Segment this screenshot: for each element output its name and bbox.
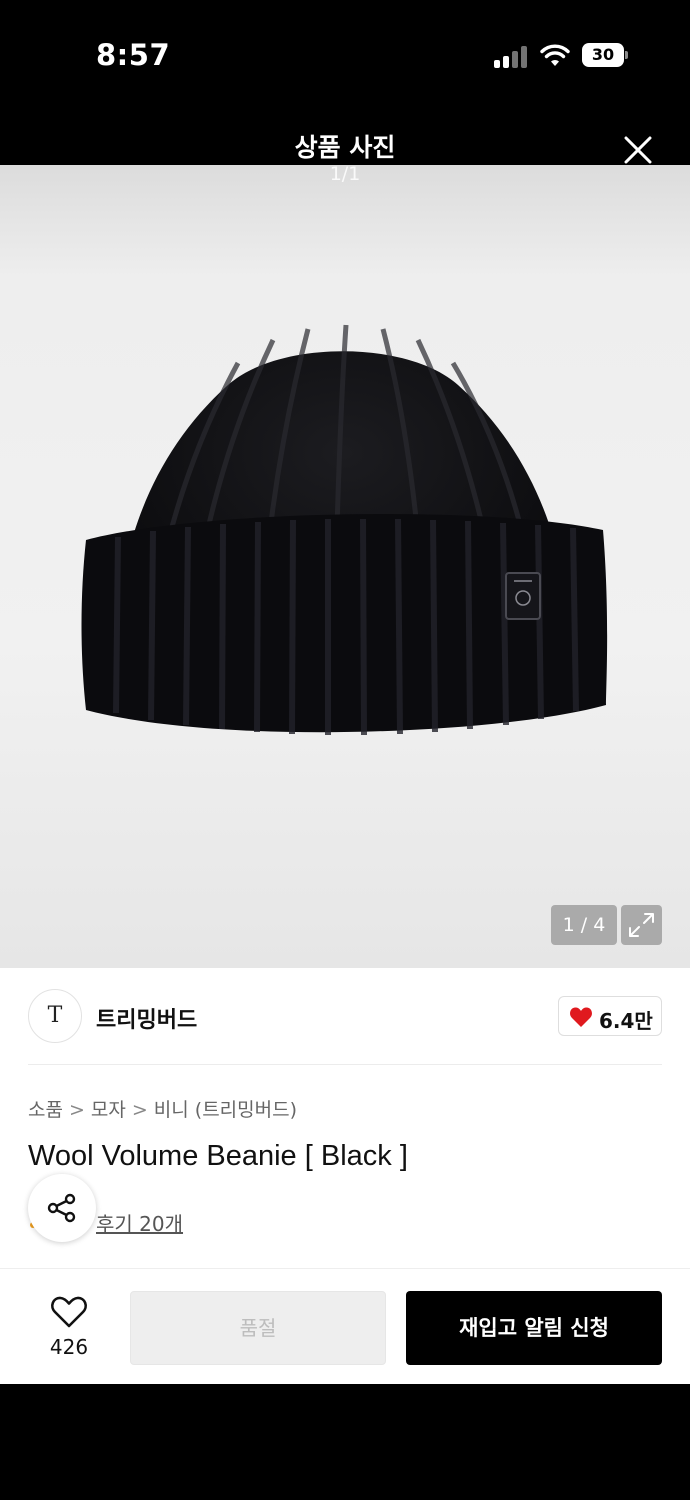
share-icon [47, 1193, 76, 1223]
image-counter: 1 / 4 [551, 905, 617, 945]
expand-icon [629, 913, 654, 937]
product-title: Wool Volume Beanie [ Black ] [28, 1140, 408, 1172]
breadcrumb: 소품 > 모자 > 비니 (트리밍버드) [28, 1095, 297, 1122]
photo-counter: 1/1 [329, 165, 361, 185]
breadcrumb-item[interactable]: 모자 [91, 1099, 126, 1121]
bottom-action-bar: 426 품절 재입고 알림 신청 [0, 1268, 690, 1384]
breadcrumb-item[interactable]: 소품 [28, 1099, 63, 1121]
close-icon[interactable] [620, 132, 656, 168]
soldout-button: 품절 [130, 1291, 386, 1365]
photo-viewer-header: 상품 사진 [0, 110, 690, 165]
breadcrumb-separator: > [131, 1099, 148, 1121]
status-time: 8:57 [96, 38, 171, 72]
heart-filled-icon [570, 1007, 592, 1027]
wish-count: 426 [49, 1335, 89, 1359]
share-button[interactable] [28, 1174, 96, 1242]
product-info: T 트리밍버드 6.4만 소품 > 모자 > 비니 (트리밍버드) Wool Volum… [0, 968, 690, 1268]
battery-icon: 30 [582, 43, 628, 67]
heart-outline-icon [51, 1296, 87, 1328]
brand-name[interactable]: 트리밍버드 [96, 1002, 197, 1034]
divider [28, 1064, 662, 1065]
review-count-link[interactable]: 후기 20개 [96, 1208, 183, 1237]
battery-level: 30 [582, 43, 624, 67]
expand-button[interactable] [621, 905, 662, 945]
cellular-signal-icon [494, 44, 530, 68]
beanie-image [81, 324, 608, 736]
brand-row[interactable]: T 트리밍버드 6.4만 [0, 968, 690, 1064]
breadcrumb-item[interactable]: 비니 (트리밍버드) [154, 1099, 297, 1121]
wishlist-button[interactable]: 426 [28, 1293, 110, 1363]
brand-like-count: 6.4만 [599, 1009, 653, 1033]
wifi-icon [540, 44, 570, 66]
brand-logo[interactable]: T [28, 989, 82, 1043]
brand-like-button[interactable]: 6.4만 [558, 996, 662, 1036]
restock-alert-button[interactable]: 재입고 알림 신청 [406, 1291, 662, 1365]
status-bar: 8:57 30 [0, 0, 690, 110]
breadcrumb-separator: > [68, 1099, 85, 1121]
product-image[interactable]: 1/1 1 / 4 [0, 165, 690, 968]
screen: 8:57 30 상품 사진 1/1 1 / 4 T 트리밍버드 6.4만 소품 … [0, 0, 690, 1500]
viewer-title: 상품 사진 [294, 133, 396, 162]
